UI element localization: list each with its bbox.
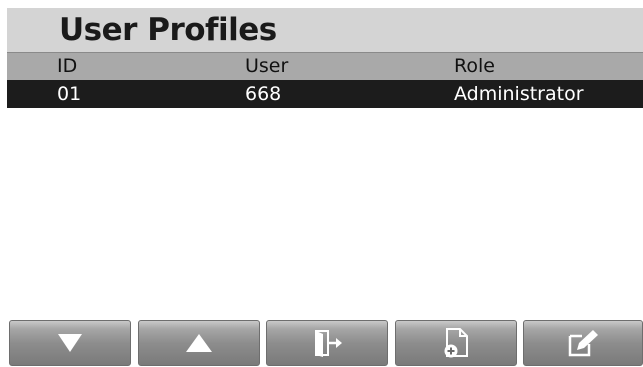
page-title: User Profiles [59, 12, 277, 48]
table-row[interactable]: 01 668 Administrator [7, 80, 643, 108]
exit-button[interactable] [266, 320, 388, 366]
exit-door-icon [315, 330, 342, 357]
edit-icon [568, 330, 598, 357]
column-header-id: ID [57, 55, 78, 77]
title-bar: User Profiles [7, 8, 643, 52]
scroll-up-button[interactable] [138, 320, 260, 366]
up-arrow-icon [186, 334, 212, 352]
table-header: ID User Role [7, 52, 643, 80]
cell-user: 668 [245, 83, 282, 105]
user-profiles-screen: User Profiles ID User Role 01 668 Admini… [7, 0, 643, 367]
cell-id: 01 [57, 83, 82, 105]
add-document-icon [444, 328, 468, 358]
column-header-user: User [245, 55, 289, 77]
add-profile-button[interactable] [395, 320, 517, 366]
scroll-down-button[interactable] [9, 320, 131, 366]
column-header-role: Role [454, 55, 495, 77]
edit-profile-button[interactable] [523, 320, 643, 366]
cell-role: Administrator [454, 83, 584, 105]
down-arrow-icon [58, 334, 82, 352]
profile-list-empty-area [7, 108, 643, 316]
toolbar [7, 318, 643, 367]
